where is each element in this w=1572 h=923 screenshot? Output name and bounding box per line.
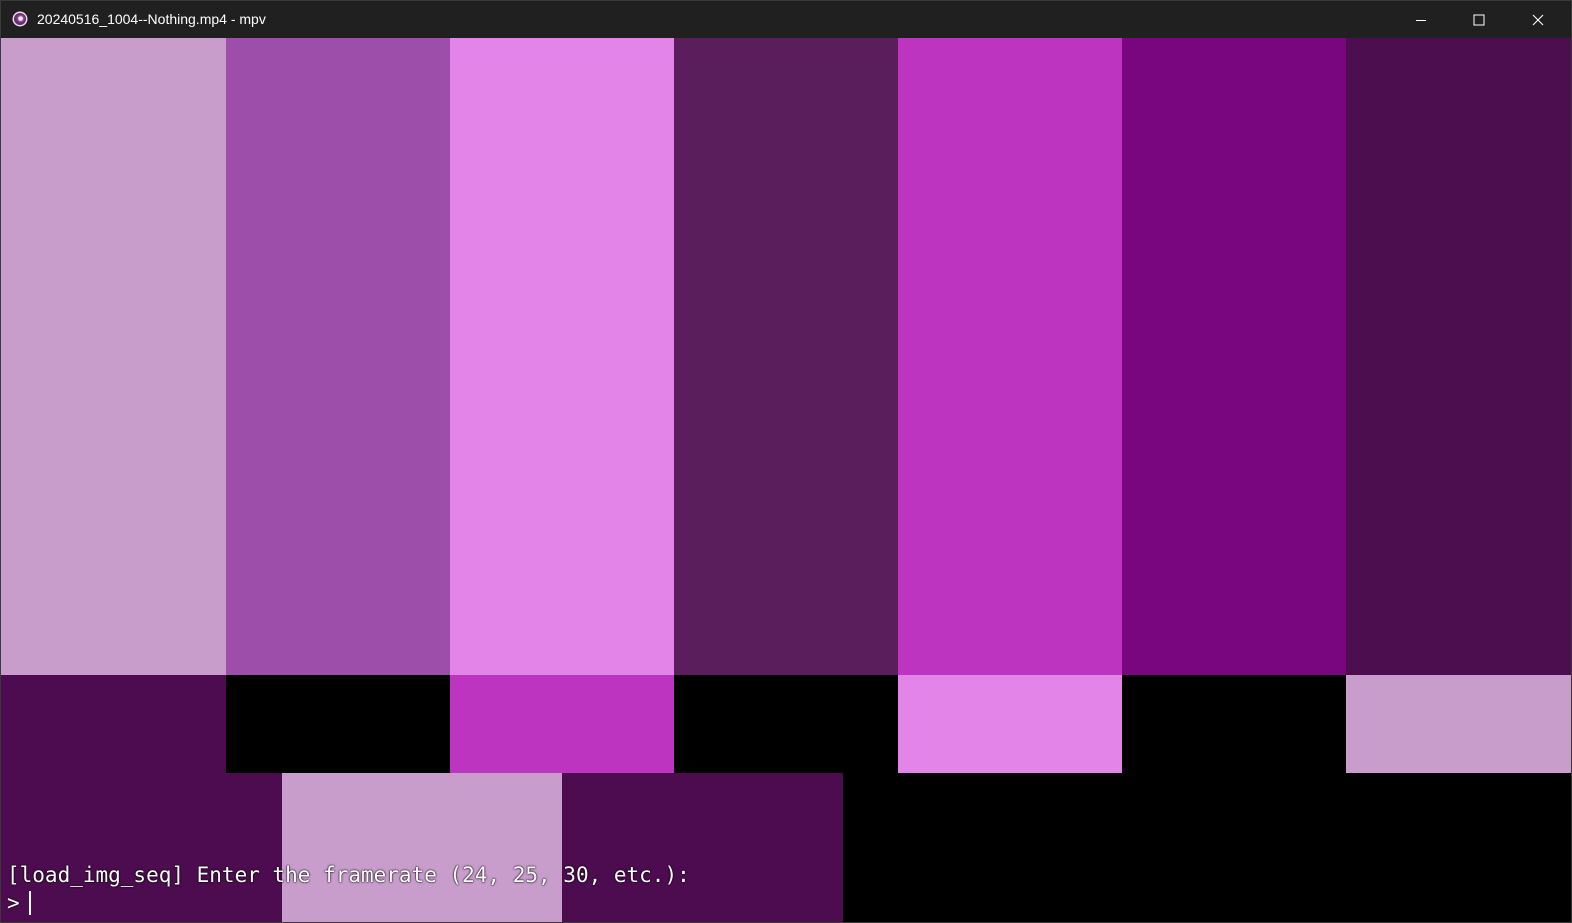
mid-block-2 bbox=[226, 675, 450, 773]
mid-block-3 bbox=[450, 675, 674, 773]
video-frame[interactable] bbox=[1, 38, 1571, 922]
maximize-button[interactable] bbox=[1450, 1, 1508, 38]
close-button[interactable] bbox=[1509, 1, 1567, 38]
mpv-window: 20240516_1004--Nothing.mp4 - mpv [load_i… bbox=[0, 0, 1572, 923]
mpv-logo-icon bbox=[12, 11, 28, 27]
console-message: [load_img_seq] Enter the framerate (24, … bbox=[7, 863, 690, 887]
color-bar-3 bbox=[450, 38, 674, 675]
mid-block-7 bbox=[1346, 675, 1571, 773]
color-bar-4 bbox=[674, 38, 898, 675]
mid-block-1 bbox=[1, 675, 226, 773]
title-bar[interactable]: 20240516_1004--Nothing.mp4 - mpv bbox=[1, 1, 1571, 38]
minimize-button[interactable] bbox=[1392, 1, 1450, 38]
maximize-icon bbox=[1473, 14, 1485, 26]
minimize-icon bbox=[1415, 14, 1427, 26]
close-icon bbox=[1532, 14, 1544, 26]
bottom-block-3 bbox=[562, 773, 843, 922]
console-prompt[interactable]: > bbox=[7, 889, 326, 917]
mid-block-6 bbox=[1122, 675, 1346, 773]
prompt-symbol: > bbox=[7, 891, 20, 915]
color-bar-2 bbox=[226, 38, 450, 675]
text-caret bbox=[29, 891, 31, 915]
mid-block-5 bbox=[898, 675, 1122, 773]
color-bar-1 bbox=[1, 38, 226, 675]
framerate-input[interactable] bbox=[19, 890, 326, 916]
color-bar-6 bbox=[1122, 38, 1346, 675]
window-title: 20240516_1004--Nothing.mp4 - mpv bbox=[37, 11, 266, 27]
mid-block-4 bbox=[674, 675, 898, 773]
color-bar-5 bbox=[898, 38, 1122, 675]
color-bar-7 bbox=[1346, 38, 1571, 675]
bottom-block-4 bbox=[843, 773, 1571, 922]
